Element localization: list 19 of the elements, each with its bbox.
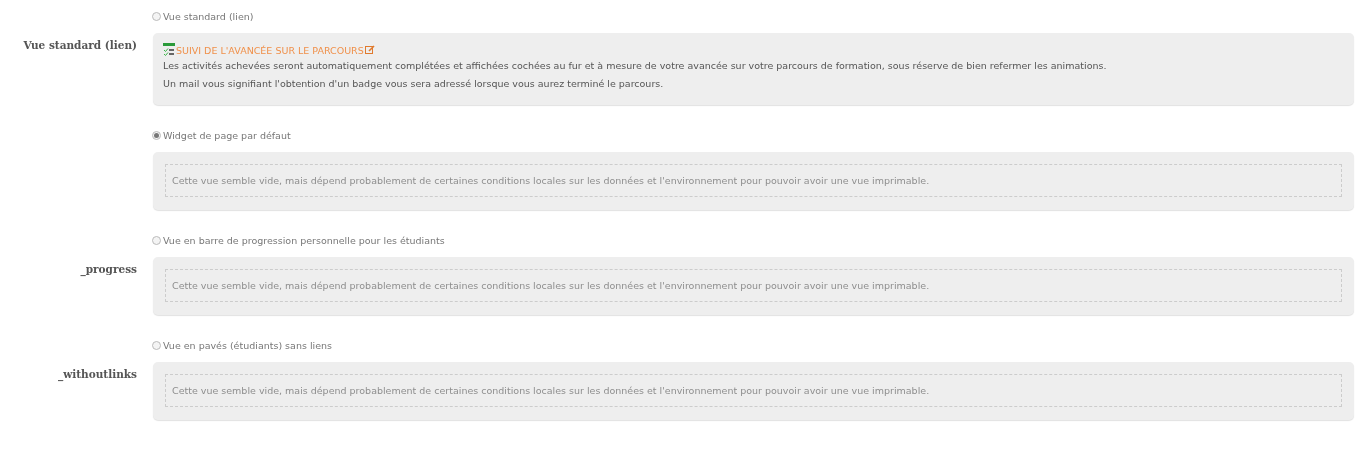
- progress-title: SUIVI DE L'AVANCÉE SUR LE PARCOURS: [176, 44, 364, 56]
- edit-icon[interactable]: [364, 45, 375, 55]
- radio-button[interactable]: [152, 235, 161, 245]
- empty-view-message: Cette vue semble vide, mais dépend probablement de certaines conditions locales sur les données et l'environnement pour pouvoir avoir une vue imprimable.: [165, 269, 1342, 302]
- description-text: Un mail vous signifiant l'obtention d'un badge vous sera adressé lorsque vous aurez terminé le parcours.: [163, 77, 665, 91]
- empty-view-message: Cette vue semble vide, mais dépend probablement de certaines conditions locales sur les données et l'environnement pour pouvoir avoir une vue imprimable.: [165, 164, 1342, 197]
- row-label: _withoutlinks: [56, 367, 137, 380]
- row-label: Vue standard (lien): [22, 38, 137, 51]
- empty-view-message: Cette vue semble vide, mais dépend probablement de certaines conditions locales sur les données et l'environnement pour pouvoir avoir une vue imprimable.: [165, 374, 1342, 407]
- radio-button[interactable]: [152, 130, 161, 140]
- radio-button[interactable]: [152, 11, 161, 21]
- option-label: Vue standard (lien): [163, 10, 254, 22]
- radio-button[interactable]: [152, 340, 161, 350]
- checklist-icon: [163, 43, 175, 57]
- option-label: Widget de page par défaut: [163, 129, 291, 141]
- row-label: _progress: [79, 262, 137, 275]
- option-label: Vue en barre de progression personnelle pour les étudiants: [163, 234, 445, 246]
- option-label: Vue en pavés (étudiants) sans liens: [163, 339, 332, 351]
- description-text: Les activités achevées seront automatiquement complétées et affichées cochées au fur et à mesure de votre avancée sur votre parcours de formation, sous réserve de bien refermer les animations.: [163, 59, 1108, 73]
